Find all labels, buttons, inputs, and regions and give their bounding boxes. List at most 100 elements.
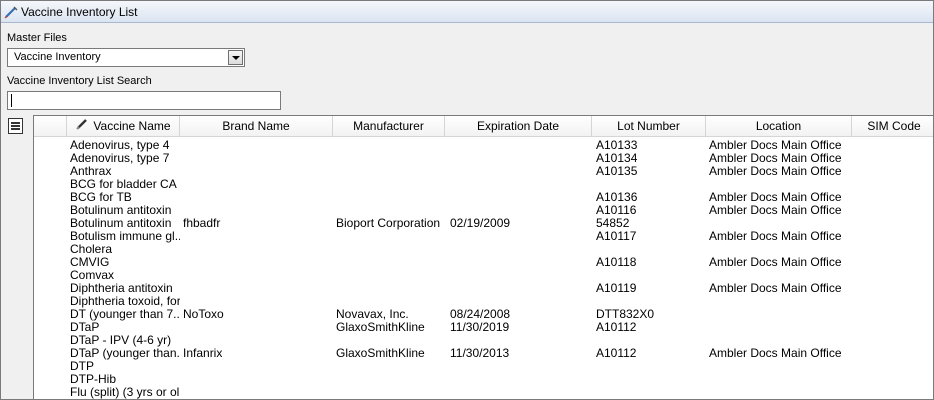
cell-lot-number: A10133 [596, 139, 638, 152]
cell-brand-name: NoToxo [183, 308, 224, 321]
table-row[interactable]: CMVIG A10118 Ambler Docs Main Office [34, 256, 933, 269]
cell-expiration-date [450, 178, 590, 191]
cell-expiration-date [450, 386, 590, 399]
cell-brand-name [183, 191, 333, 204]
cell-sim-code [884, 191, 933, 204]
column-header-sim-code[interactable]: SIM Code [852, 116, 933, 136]
chevron-down-icon[interactable] [228, 50, 243, 65]
cell-sim-code [884, 217, 933, 230]
cell-expiration-date [450, 360, 590, 373]
table-row[interactable]: DTP-Hib [34, 373, 933, 386]
table-row[interactable]: Anthrax A10135 Ambler Docs Main Office [34, 165, 933, 178]
cell-lot-number: DTT832X0 [596, 308, 655, 321]
table-row[interactable]: DTaP - IPV (4-6 yr) [34, 334, 933, 347]
column-header-brand-name[interactable]: Brand Name [180, 116, 333, 136]
cell-location: Ambler Docs Main Office [709, 347, 842, 360]
grid-options-icon[interactable] [8, 118, 23, 134]
cell-vaccine-name: Adenovirus, type 7 [70, 152, 170, 165]
cell-location [709, 334, 881, 347]
cell-sim-code [884, 282, 933, 295]
cell-location: Ambler Docs Main Office [709, 204, 842, 217]
column-header-manufacturer[interactable]: Manufacturer [333, 116, 445, 136]
column-header-lot-number[interactable]: Lot Number [592, 116, 706, 136]
cell-vaccine-name: Botulinum antitoxin [70, 217, 172, 230]
cell-manufacturer [336, 256, 446, 269]
column-header-vaccine-name[interactable]: Vaccine Name [67, 116, 180, 136]
window: Vaccine Inventory List Master Files Vacc… [0, 0, 934, 400]
cell-manufacturer [336, 165, 446, 178]
cell-manufacturer [336, 282, 446, 295]
cell-location [709, 386, 881, 399]
master-files-label: Master Files [7, 32, 67, 44]
cell-vaccine-name: Botulinum antitoxin [70, 204, 172, 217]
table-row[interactable]: Diphtheria toxoid, for... [34, 295, 933, 308]
cell-location [709, 269, 881, 282]
table-row[interactable]: DTP [34, 360, 933, 373]
cell-location: Ambler Docs Main Office [709, 139, 842, 152]
cell-location [709, 308, 881, 321]
cell-expiration-date [450, 139, 590, 152]
cell-vaccine-name: DTP [70, 360, 94, 373]
table-row[interactable]: Adenovirus, type 4 A10133 Ambler Docs Main… [34, 139, 933, 152]
table-row[interactable]: BCG for TB A10136 Ambler Docs Main Office [34, 191, 933, 204]
cell-lot-number [596, 178, 706, 191]
cell-vaccine-name: BCG for bladder CA [70, 178, 177, 191]
cell-brand-name [183, 230, 333, 243]
table-row[interactable]: DTaP GlaxoSmithKline 11/30/2019 A10112 [34, 321, 933, 334]
cell-brand-name [183, 360, 333, 373]
cell-brand-name [183, 373, 333, 386]
column-header-location[interactable]: Location [706, 116, 852, 136]
cell-brand-name: fhbadfr [183, 217, 221, 230]
column-header-expiration-date[interactable]: Expiration Date [445, 116, 592, 136]
cell-manufacturer: Bioport Corporation [336, 217, 441, 230]
cell-brand-name [183, 295, 333, 308]
cell-lot-number [596, 373, 706, 386]
cell-manufacturer [336, 204, 446, 217]
master-files-dropdown[interactable]: Vaccine Inventory [7, 48, 245, 67]
cell-manufacturer [336, 295, 446, 308]
cell-sim-code [884, 243, 933, 256]
cell-lot-number: A10112 [596, 347, 637, 360]
cell-manufacturer [336, 243, 446, 256]
cell-sim-code [884, 334, 933, 347]
cell-brand-name [183, 165, 333, 178]
table-row[interactable]: Flu (split) (3 yrs or ol... [34, 386, 933, 399]
cell-manufacturer: GlaxoSmithKline [336, 321, 425, 334]
cell-expiration-date [450, 334, 590, 347]
cell-expiration-date: 11/30/2019 [450, 321, 510, 334]
cell-location: Ambler Docs Main Office [709, 191, 842, 204]
table-row[interactable]: Cholera [34, 243, 933, 256]
cell-brand-name [183, 256, 333, 269]
search-label: Vaccine Inventory List Search [7, 75, 152, 87]
table-row[interactable]: DTaP (younger than... Infanrix GlaxoSmithK… [34, 347, 933, 360]
table-row[interactable]: BCG for bladder CA [34, 178, 933, 191]
cell-sim-code [884, 165, 933, 178]
cell-expiration-date: 02/19/2009 [450, 217, 511, 230]
cell-expiration-date [450, 191, 590, 204]
cell-sim-code [884, 360, 933, 373]
cell-expiration-date [450, 282, 590, 295]
table-row[interactable]: Adenovirus, type 7 A10134 Ambler Docs Main… [34, 152, 933, 165]
cell-manufacturer [336, 230, 446, 243]
cell-brand-name [183, 139, 333, 152]
table-row[interactable]: Botulism immune gl... A10117 Ambler Docs M… [34, 230, 933, 243]
cell-manufacturer: Novavax, Inc. [336, 308, 409, 321]
cell-brand-name [183, 282, 333, 295]
cell-manufacturer [336, 139, 446, 152]
cell-brand-name [183, 204, 333, 217]
table-row[interactable]: DT (younger than 7... NoToxo Novavax, Inc.… [34, 308, 933, 321]
pencil-icon [75, 117, 89, 136]
cell-manufacturer: GlaxoSmithKline [336, 347, 425, 360]
table-row[interactable]: Diphtheria antitoxin A10119 Ambler Docs Ma… [34, 282, 933, 295]
cell-sim-code [884, 321, 933, 334]
table-row[interactable]: Botulinum antitoxin fhbadfr Bioport Corpor… [34, 217, 933, 230]
cell-location [709, 360, 881, 373]
syringe-icon [4, 5, 18, 19]
table-row[interactable]: Comvax [34, 269, 933, 282]
cell-vaccine-name: DTaP (younger than... [70, 347, 180, 360]
cell-expiration-date [450, 373, 590, 386]
table-row[interactable]: Botulinum antitoxin A10116 Ambler Docs Mai… [34, 204, 933, 217]
cell-lot-number: A10134 [596, 152, 638, 165]
search-input[interactable] [7, 91, 281, 110]
vaccine-grid: Vaccine Name Brand Name Manufacturer Exp… [33, 115, 933, 399]
